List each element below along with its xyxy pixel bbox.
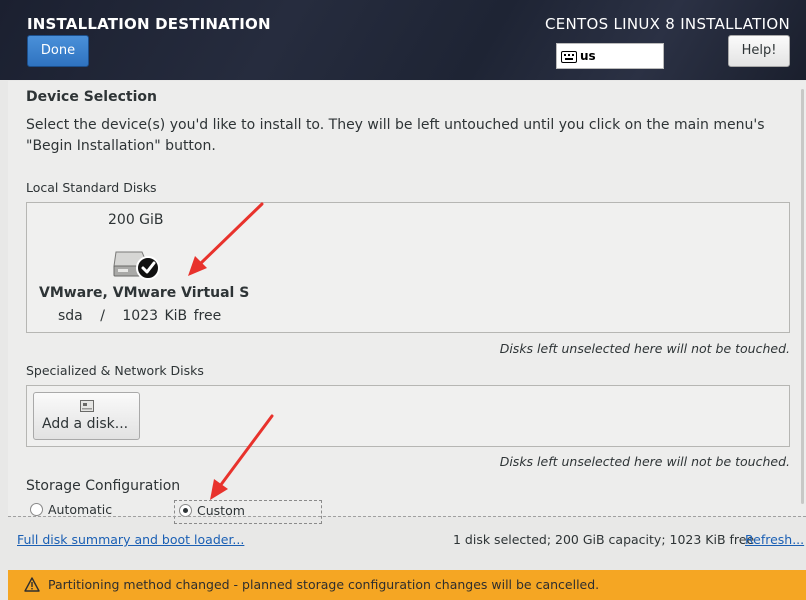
product-title: CENTOS LINUX 8 INSTALLATION bbox=[544, 15, 790, 33]
disk-device: sda bbox=[58, 308, 83, 324]
add-disk-icon bbox=[80, 400, 94, 412]
full-disk-summary-link[interactable]: Full disk summary and boot loader... bbox=[17, 532, 244, 547]
add-disk-button[interactable]: Add a disk... bbox=[33, 392, 140, 440]
radio-custom[interactable]: Custom bbox=[174, 500, 322, 524]
disk-name: VMware, VMware Virtual S bbox=[39, 285, 250, 301]
bottom-separator bbox=[8, 516, 806, 517]
disk-free-space: 1023 KiB free bbox=[122, 308, 222, 324]
disk-selection-summary: 1 disk selected; 200 GiB capacity; 1023 … bbox=[453, 532, 755, 547]
radio-automatic-label: Automatic bbox=[48, 502, 113, 517]
header-bar: INSTALLATION DESTINATION Done CENTOS LIN… bbox=[0, 0, 806, 80]
add-disk-label: Add a disk... bbox=[42, 416, 129, 432]
specialized-disks-note: Disks left unselected here will not be t… bbox=[499, 454, 790, 469]
disk-separator: / bbox=[100, 308, 105, 324]
disk-capacity: 200 GiB bbox=[108, 212, 164, 228]
done-button[interactable]: Done bbox=[27, 35, 89, 67]
radio-automatic[interactable]: Automatic bbox=[30, 502, 112, 517]
device-selection-intro: Select the device(s) you'd like to insta… bbox=[26, 117, 765, 154]
warning-text: Partitioning method changed - planned st… bbox=[48, 577, 600, 592]
radio-automatic-indicator[interactable] bbox=[30, 503, 43, 516]
disk-details: sda / 1023 KiB free bbox=[58, 308, 221, 324]
hard-disk-icon bbox=[113, 251, 160, 280]
local-disks-note: Disks left unselected here will not be t… bbox=[499, 341, 790, 356]
keyboard-layout-label: us bbox=[580, 49, 596, 63]
specialized-disks-heading: Specialized & Network Disks bbox=[26, 363, 204, 378]
keyboard-layout-indicator[interactable]: us bbox=[556, 43, 664, 69]
warning-icon bbox=[24, 577, 40, 592]
device-selection-heading: Device Selection bbox=[26, 89, 157, 105]
keyboard-icon bbox=[561, 51, 577, 63]
refresh-link[interactable]: Refresh... bbox=[745, 532, 804, 547]
storage-config-heading: Storage Configuration bbox=[26, 478, 181, 494]
page-title: INSTALLATION DESTINATION bbox=[27, 15, 271, 33]
local-disks-heading: Local Standard Disks bbox=[26, 180, 157, 195]
specialized-disks-panel bbox=[26, 385, 790, 447]
warning-bar: Partitioning method changed - planned st… bbox=[8, 570, 806, 600]
scrollbar[interactable] bbox=[801, 89, 804, 504]
help-button[interactable]: Help! bbox=[728, 35, 790, 67]
